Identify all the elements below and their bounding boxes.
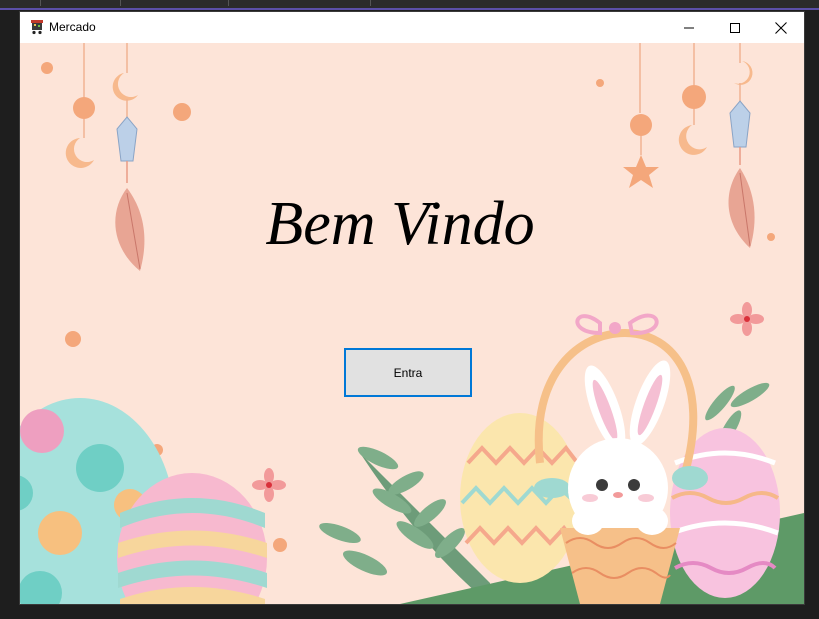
welcome-heading: Bem Vindo xyxy=(265,190,535,258)
taskbar-strip xyxy=(0,0,819,10)
close-icon xyxy=(775,21,787,34)
window-title: Mercado xyxy=(49,20,96,34)
flower-right xyxy=(730,302,764,336)
maximize-button[interactable] xyxy=(712,12,758,43)
close-button[interactable] xyxy=(758,12,804,43)
main-panel: Bem Vindo Entra xyxy=(20,43,804,604)
taskbar-tab[interactable] xyxy=(120,0,229,6)
title-bar[interactable]: Mercado xyxy=(20,12,804,43)
app-window: Mercado Bem Vindo Entra xyxy=(20,12,804,604)
taskbar-tab[interactable] xyxy=(0,0,41,6)
minimize-button[interactable] xyxy=(666,12,712,43)
flower-left xyxy=(252,468,286,502)
egg-yellow-zigzag xyxy=(460,413,580,583)
minimize-icon xyxy=(684,27,694,28)
shopping-cart-icon xyxy=(31,20,43,35)
maximize-icon xyxy=(730,22,740,33)
taskbar-tab[interactable] xyxy=(228,0,371,6)
taskbar-tab[interactable] xyxy=(40,0,121,6)
enter-button[interactable]: Entra xyxy=(344,348,472,397)
easter-background-illustration xyxy=(20,43,804,604)
